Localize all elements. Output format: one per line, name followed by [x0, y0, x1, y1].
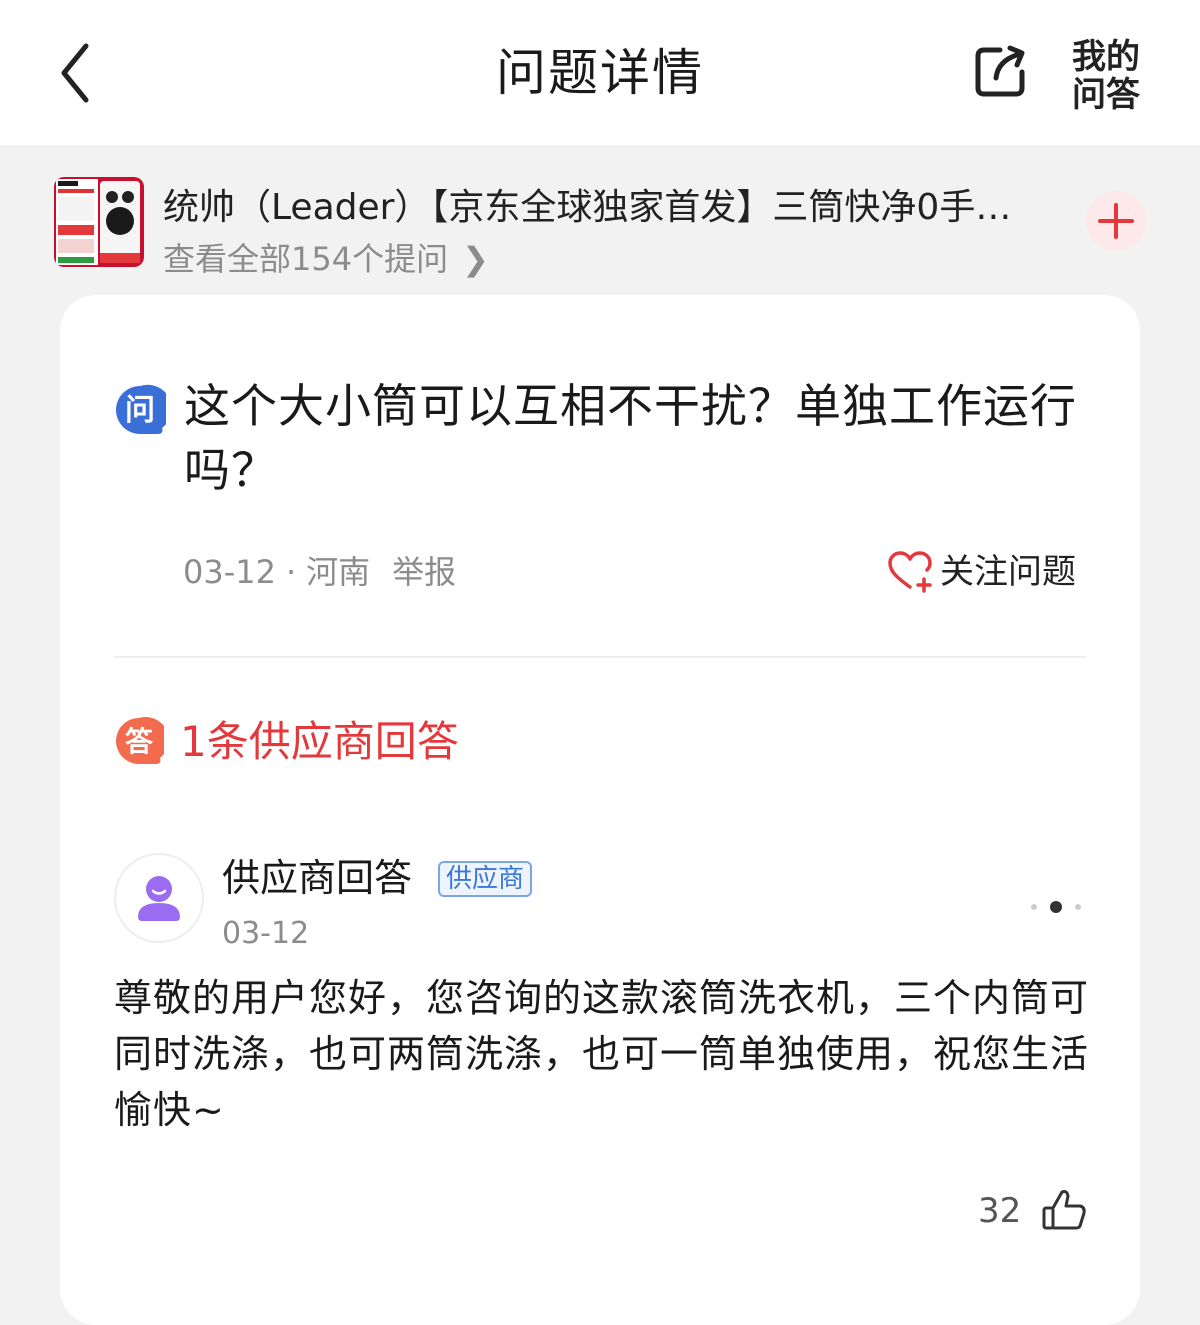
- top-bar: 问题详情 我的 问答: [0, 0, 1200, 145]
- report-link[interactable]: 举报: [392, 553, 456, 591]
- my-qa-line1: 我的: [1072, 37, 1140, 77]
- answer-badge-icon: 答: [116, 717, 164, 764]
- my-qa-button[interactable]: 我的 问答: [1072, 38, 1152, 114]
- my-qa-line2: 问答: [1072, 75, 1140, 115]
- share-icon[interactable]: [970, 40, 1032, 102]
- product-thumbnail[interactable]: [54, 177, 144, 267]
- like-count: 32: [978, 1191, 1022, 1231]
- avatar[interactable]: [114, 853, 204, 943]
- all-questions-link[interactable]: 查看全部154个提问 ❯: [163, 237, 489, 281]
- heart-plus-icon: [888, 550, 932, 593]
- answer-text: 尊敬的用户您好，您咨询的这款滚筒洗衣机，三个内筒可同时洗涤，也可两筒洗涤，也可一…: [114, 976, 1090, 1132]
- follow-question-label: 关注问题: [940, 552, 1076, 592]
- divider: [114, 656, 1086, 658]
- chevron-right-icon: ❯: [462, 240, 489, 278]
- answer-date: 03-12: [222, 916, 310, 951]
- thumbs-up-icon[interactable]: [1040, 1186, 1088, 1234]
- product-bar[interactable]: 统帅（Leader）【京东全球独家首发】三筒快净0手… 查看全部154个提问 ❯: [0, 145, 1200, 295]
- user-icon: [138, 876, 180, 921]
- answer-badge-text: 答: [125, 725, 154, 758]
- more-options-icon[interactable]: [1024, 895, 1088, 919]
- follow-question-button[interactable]: 关注问题: [886, 550, 1076, 594]
- question-location: 河南: [306, 553, 371, 591]
- question-badge-icon: 问: [116, 384, 166, 434]
- question-meta: 03-12 · 河南 举报: [183, 550, 456, 594]
- add-question-button[interactable]: [1086, 191, 1146, 251]
- question-date: 03-12: [183, 553, 276, 591]
- all-questions-label: 查看全部154个提问: [163, 240, 449, 278]
- answer-author: 供应商回答: [222, 856, 413, 900]
- question-text: 这个大小筒可以互相不干扰？单独工作运行吗？: [184, 379, 1077, 497]
- supplier-badge: 供应商: [438, 861, 533, 897]
- question-badge-text: 问: [125, 393, 155, 428]
- meta-separator: ·: [285, 553, 297, 591]
- product-name[interactable]: 统帅（Leader）【京东全球独家首发】三筒快净0手…: [163, 184, 1043, 232]
- answers-count: 1条供应商回答: [180, 717, 459, 766]
